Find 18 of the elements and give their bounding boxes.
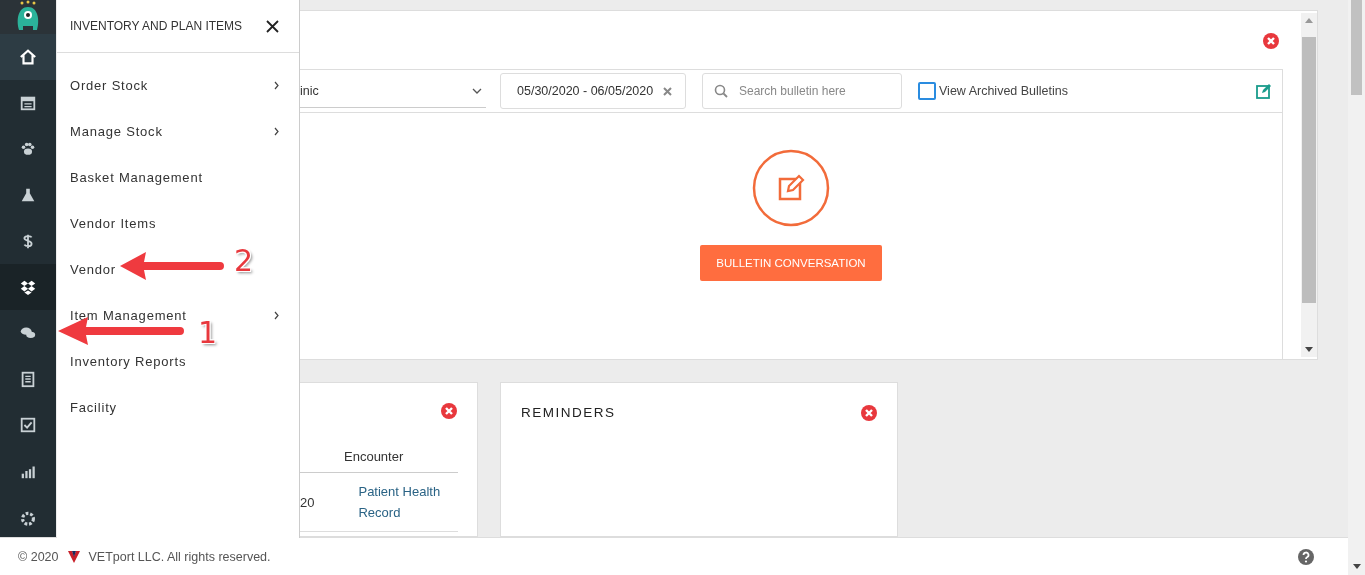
- menu-item[interactable]: Vendor: [70, 261, 116, 277]
- encounter-link[interactable]: Patient Health Record: [314, 472, 458, 532]
- annotation-number: 1: [198, 318, 218, 348]
- company-text: VETport LLC. All rights reserved.: [88, 549, 271, 564]
- date-range-field[interactable]: 05/30/2020 - 06/05/2020: [500, 73, 686, 109]
- checkbox-label: View Archived Bulletins: [939, 84, 1068, 98]
- search-field[interactable]: Search bulletin here: [702, 73, 902, 109]
- card-title: REMINDERS: [521, 405, 616, 421]
- menu-item[interactable]: Manage Stock: [70, 123, 163, 139]
- menu-item[interactable]: Basket Management: [70, 169, 203, 185]
- menu-title: INVENTORY AND PLAN ITEMS: [70, 19, 243, 33]
- menu-item[interactable]: Inventory Reports: [70, 353, 187, 369]
- annotation-number: 2: [234, 246, 254, 276]
- menu-item[interactable]: Facility: [70, 399, 117, 415]
- menu-item[interactable]: Item Management: [70, 307, 187, 323]
- menu-item[interactable]: Order Stock: [70, 77, 149, 93]
- menu-item[interactable]: Vendor Items: [70, 215, 157, 231]
- copyright-text: © 2020: [18, 549, 59, 564]
